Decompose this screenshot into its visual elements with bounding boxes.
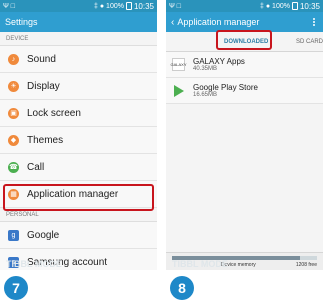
galaxy-apps-icon: GALAXY [171, 58, 187, 71]
call-icon: ☎ [8, 161, 19, 173]
settings-item-label: Google [27, 229, 60, 241]
display-icon: ☀ [8, 80, 19, 92]
settings-item-label: Lock screen [27, 107, 81, 119]
app-name: GALAXY Apps [193, 57, 245, 66]
memory-free: 1208 free [295, 262, 317, 268]
app-row-google-play-store[interactable]: Google Play Store 16.65MB [166, 78, 323, 104]
settings-screen: Ψ □ ‡ ● 100% 10:35 Settings DEVICE ♪ Sou… [0, 0, 157, 270]
settings-item-google[interactable]: g Google [0, 222, 157, 249]
settings-item-label: Call [27, 161, 45, 173]
section-header-device: DEVICE [0, 32, 157, 46]
settings-item-lock-screen[interactable]: ▣ Lock screen [0, 100, 157, 127]
tab-sd-card[interactable]: SD CARD [296, 39, 323, 45]
clock: 10:35 [133, 1, 154, 11]
settings-item-label: Display [27, 80, 60, 92]
step-badge-7: 7 [4, 276, 28, 300]
back-arrow-icon[interactable]: ‹ [171, 17, 174, 28]
sound-icon: ♪ [8, 53, 19, 65]
app-name: Google Play Store [193, 83, 258, 92]
google-icon: g [8, 229, 19, 241]
watermark: TIBBL MODE [172, 259, 228, 269]
app-bar: Settings [0, 12, 157, 32]
settings-item-sound[interactable]: ♪ Sound [0, 46, 157, 73]
notification-icons: Ψ □ [3, 2, 16, 10]
page-title: Settings [5, 17, 38, 27]
settings-item-label: Themes [27, 134, 64, 146]
settings-item-label: Sound [27, 53, 56, 65]
app-row-galaxy-apps[interactable]: GALAXY GALAXY Apps 40.35MB [166, 52, 323, 78]
app-bar: ‹ Application manager [166, 12, 323, 32]
settings-item-themes[interactable]: ◆ Themes [0, 127, 157, 154]
battery-icon [291, 2, 298, 10]
application-manager-screen: Ψ □ ‡ ● 100% 10:35 ‹ Application manager… [166, 0, 323, 270]
signal-battery-text: ‡ ● 100% [260, 2, 290, 10]
settings-item-call[interactable]: ☎ Call [0, 154, 157, 181]
signal-battery-text: ‡ ● 100% [94, 2, 124, 10]
settings-item-display[interactable]: ☀ Display [0, 73, 157, 100]
battery-icon [125, 2, 132, 10]
lock-icon: ▣ [8, 107, 19, 119]
more-options-icon[interactable] [310, 18, 318, 26]
tab-downloaded[interactable]: DOWNLOADED [224, 39, 268, 45]
app-size: 40.35MB [193, 66, 218, 72]
themes-icon: ◆ [8, 134, 19, 146]
apps-icon: ▦ [8, 188, 19, 200]
status-bar: Ψ □ ‡ ● 100% 10:35 [166, 0, 323, 12]
play-store-icon [172, 84, 185, 97]
settings-item-application-manager[interactable]: ▦ Application manager [0, 181, 157, 208]
settings-item-label: Application manager [27, 188, 119, 200]
app-size: 16.65MB [193, 92, 218, 98]
notification-icons: Ψ □ [169, 2, 182, 10]
clock: 10:35 [299, 1, 320, 11]
step-badge-8: 8 [170, 276, 194, 300]
section-header-personal: PERSONAL [0, 208, 157, 222]
tab-bar: DOWNLOADED SD CARD [166, 32, 323, 52]
watermark: TIBBL MODE [6, 259, 62, 269]
page-title: Application manager [177, 17, 260, 27]
status-bar: Ψ □ ‡ ● 100% 10:35 [0, 0, 157, 12]
